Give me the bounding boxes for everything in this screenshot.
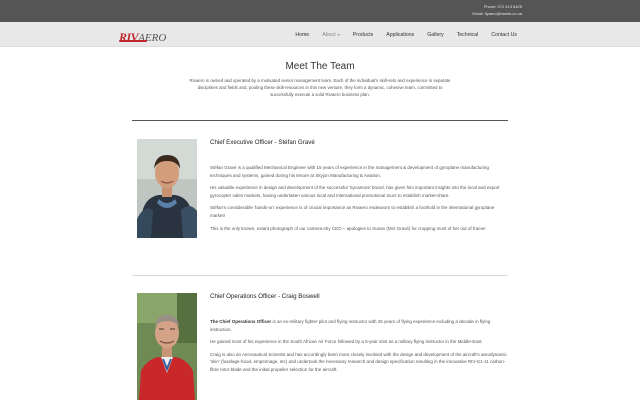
- nav-gallery[interactable]: Gallery: [427, 32, 443, 38]
- ceo-paragraph-4: This is the only known, extant photograp…: [210, 225, 486, 231]
- section-divider: [132, 120, 508, 121]
- top-contact-bar: Phone: 072 413 6425 Email: flyaero@mweb.…: [0, 0, 640, 22]
- nav-products[interactable]: Products: [353, 32, 373, 38]
- coo-title-bold: The Chief Operations Officer: [210, 319, 272, 324]
- ceo-portrait-image: [137, 139, 197, 238]
- email-link[interactable]: Email: flyaero@mweb.co.za: [472, 10, 522, 17]
- coo-paragraph-1: The Chief Operations Officer is an ex-mi…: [210, 318, 510, 333]
- coo-bio: Chief Operations Officer - Craig Boswell…: [210, 293, 510, 379]
- page-title: Meet The Team: [285, 61, 355, 72]
- coo-heading: Chief Operations Officer - Craig Boswell: [210, 293, 320, 300]
- nav-home[interactable]: Home: [295, 32, 309, 38]
- ceo-paragraph-2: His valuable experience in design and de…: [210, 185, 500, 198]
- ceo-paragraph-3: Stéfan's considerable 'hands-on' experie…: [210, 205, 495, 218]
- nav-technical[interactable]: Technical: [457, 32, 479, 38]
- logo-aero-text: AERO: [138, 32, 167, 44]
- nav-about[interactable]: About ▾: [322, 32, 340, 38]
- coo-portrait-image: [137, 293, 197, 400]
- main-navbar: RIVAERO Home About ▾ Products Application…: [0, 22, 640, 47]
- rivaero-logo[interactable]: RIVAERO: [119, 28, 173, 44]
- nav-menu: Home About ▾ Products Applications Galler…: [282, 22, 517, 47]
- coo-paragraph-2: He gained most of his experience in the …: [210, 339, 483, 345]
- intro-text: Rivaero is owned and operated by a motiv…: [189, 78, 451, 98]
- logo-swoosh-icon: [119, 40, 147, 42]
- ceo-bio: Chief Executive Officer - Stéfan Gravé S…: [210, 139, 510, 237]
- ceo-paragraph-1: Stéfan Gravé is a qualified Mechanical E…: [210, 165, 489, 178]
- nav-contact[interactable]: Contact Us: [491, 32, 517, 38]
- coo-paragraph-3: Craig is also an Aeronautical Scientist …: [210, 351, 507, 372]
- nav-about-label: About: [322, 31, 336, 38]
- contact-info: Phone: 072 413 6425 Email: flyaero@mweb.…: [472, 3, 522, 17]
- member-divider: [132, 275, 508, 276]
- ceo-photo: [137, 139, 197, 238]
- nav-applications[interactable]: Applications: [386, 32, 414, 38]
- phone-text: Phone: 072 413 6425: [483, 4, 522, 9]
- coo-photo: [137, 293, 197, 400]
- chevron-down-icon: ▾: [337, 31, 340, 37]
- ceo-heading: Chief Executive Officer - Stéfan Gravé: [210, 139, 315, 146]
